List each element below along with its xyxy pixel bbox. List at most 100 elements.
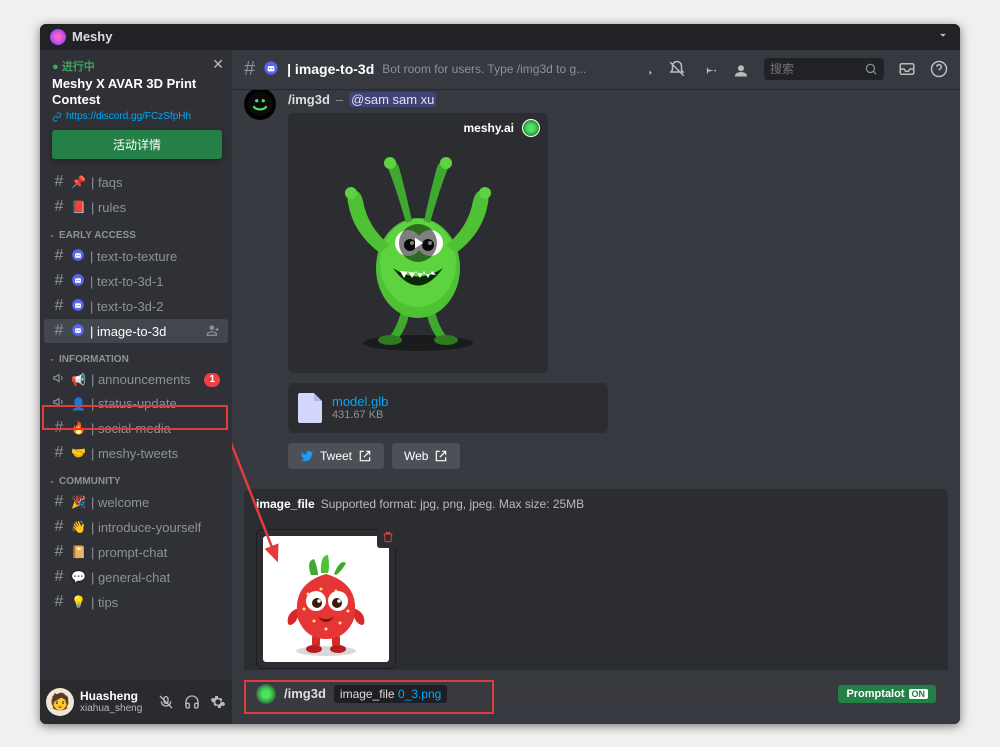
event-details-button[interactable]: 活动详情	[52, 130, 222, 159]
server-header[interactable]: Meshy	[40, 24, 960, 50]
web-button[interactable]: Web	[392, 443, 460, 469]
channel-t2t[interactable]: # | text-to-texture	[44, 244, 228, 268]
channel-soc[interactable]: #🔥| social-media	[44, 416, 228, 440]
channel-name: | prompt-chat	[91, 545, 220, 560]
hash-icon: #	[52, 593, 66, 611]
hash-icon: #	[52, 419, 66, 437]
bot-icon	[71, 298, 85, 315]
megaphone-icon	[52, 395, 66, 412]
mic-mute-icon[interactable]	[158, 694, 174, 710]
gear-icon[interactable]	[210, 694, 226, 710]
channel-rules[interactable]: # 📕 | rules	[44, 195, 228, 219]
hash-icon: #	[52, 297, 66, 315]
channel-i23[interactable]: #| image-to-3d	[44, 319, 228, 343]
channel-mt[interactable]: # 🤝 | meshy-tweets	[44, 441, 228, 465]
command-app-icon	[256, 684, 276, 704]
channel-emoji: 📌	[71, 175, 86, 189]
upload-preview: image_file: 0_3.png	[244, 519, 948, 670]
notification-mute-icon[interactable]	[668, 60, 686, 78]
members-icon[interactable]	[732, 60, 750, 78]
inbox-icon[interactable]	[898, 60, 916, 78]
strawberry-image	[266, 539, 386, 659]
channel-header: # | image-to-3d Bot room for users. Type…	[232, 50, 960, 90]
file-icon	[298, 393, 322, 423]
event-link[interactable]: https://discord.gg/FCzSfpHh	[52, 111, 222, 122]
file-attachment[interactable]: model.glb 431.67 KB	[288, 383, 608, 433]
hash-icon: #	[52, 568, 66, 586]
threads-icon[interactable]	[636, 60, 654, 78]
server-name: Meshy	[72, 29, 112, 44]
user-tag: xiahua_sheng	[80, 703, 152, 714]
bot-icon	[263, 60, 279, 79]
promptalot-button[interactable]: Promptalot ON	[838, 685, 936, 703]
category-header[interactable]: INFORMATION	[40, 344, 232, 367]
bot-avatar[interactable]	[244, 90, 276, 120]
channel-sidebar: ✕ ● 进行中 Meshy X AVAR 3D Print Contest ht…	[40, 50, 232, 724]
hash-icon: #	[52, 247, 66, 265]
search-input[interactable]	[770, 62, 860, 76]
channel-emoji: 🤝	[71, 446, 86, 460]
channel-emoji: 💬	[71, 570, 86, 584]
event-status: ● 进行中	[52, 58, 222, 74]
delete-upload-icon[interactable]	[377, 526, 399, 548]
hash-icon: #	[52, 493, 66, 511]
username: Huasheng	[80, 689, 152, 703]
pin-icon[interactable]	[700, 60, 718, 78]
channel-name: | image-to-3d	[90, 324, 201, 339]
channel-t231[interactable]: # | text-to-3d-1	[44, 269, 228, 293]
argument-hint: image_file Supported format: jpg, png, j…	[244, 489, 948, 519]
meshy-logo-icon	[522, 119, 540, 137]
person-add-icon[interactable]	[206, 323, 220, 340]
hash-icon: #	[52, 543, 66, 561]
channel-tips[interactable]: #💡| tips	[44, 590, 228, 614]
channel-name: | rules	[91, 200, 220, 215]
hash-icon: #	[52, 198, 66, 216]
tweet-button[interactable]: Tweet	[288, 443, 384, 469]
megaphone-icon	[52, 371, 66, 388]
play-icon[interactable]	[399, 224, 437, 262]
help-icon[interactable]	[930, 60, 948, 78]
channel-name: | image-to-3d	[287, 61, 374, 77]
channel-faqs[interactable]: #📌| faqs	[44, 170, 228, 194]
close-icon[interactable]: ✕	[212, 56, 224, 73]
video-attachment[interactable]: meshy.ai	[288, 113, 548, 373]
file-name[interactable]: model.glb	[332, 394, 388, 409]
channel-name: | social-media	[91, 421, 220, 436]
hash-icon: #	[52, 444, 66, 462]
channel-name: | welcome	[91, 495, 220, 510]
event-title: Meshy X AVAR 3D Print Contest	[52, 76, 222, 110]
channel-name: | meshy-tweets	[91, 446, 220, 461]
hash-icon: #	[52, 518, 66, 536]
event-card: ✕ ● 进行中 Meshy X AVAR 3D Print Contest ht…	[40, 50, 232, 170]
avatar[interactable]: 🧑	[46, 688, 74, 716]
headphones-icon[interactable]	[184, 694, 200, 710]
search-box[interactable]	[764, 58, 884, 80]
user-mention[interactable]: @sam sam xu	[349, 92, 436, 107]
bot-icon	[71, 273, 85, 290]
channel-wel[interactable]: #🎉| welcome	[44, 490, 228, 514]
channel-name: | tips	[91, 595, 220, 610]
channel-pc[interactable]: # 📔 | prompt-chat	[44, 540, 228, 564]
upload-thumbnail[interactable]	[256, 529, 396, 669]
channel-t232[interactable]: #| text-to-3d-2	[44, 294, 228, 318]
channel-name: | announcements	[91, 372, 199, 387]
input-arg-chip[interactable]: image_file 0_3.png	[334, 685, 447, 703]
category-header[interactable]: COMMUNITY	[40, 466, 232, 489]
user-panel: 🧑 Huasheng xiahua_sheng	[40, 680, 232, 724]
channel-ann[interactable]: 📢| announcements1	[44, 368, 228, 391]
channel-emoji: 📔	[71, 545, 86, 559]
channel-topic: Bot room for users. Type /img3d to g...	[382, 62, 628, 76]
channel-emoji: 📢	[71, 373, 86, 387]
channel-gc[interactable]: #💬| general-chat	[44, 565, 228, 589]
message-input[interactable]: /img3d image_file 0_3.png Promptalot ON	[244, 676, 948, 712]
channel-name: | text-to-3d-1	[90, 274, 220, 289]
category-header[interactable]: EARLY ACCESS	[40, 220, 232, 243]
hash-icon: #	[52, 272, 66, 290]
command-name: /img3d	[288, 92, 330, 107]
channel-intro[interactable]: #👋| introduce-yourself	[44, 515, 228, 539]
channel-emoji: 👋	[71, 520, 86, 534]
channel-name: | text-to-texture	[90, 249, 220, 264]
channel-stat[interactable]: 👤| status-update	[44, 392, 228, 415]
hash-icon: #	[52, 173, 66, 191]
channel-emoji: 📕	[71, 200, 86, 214]
